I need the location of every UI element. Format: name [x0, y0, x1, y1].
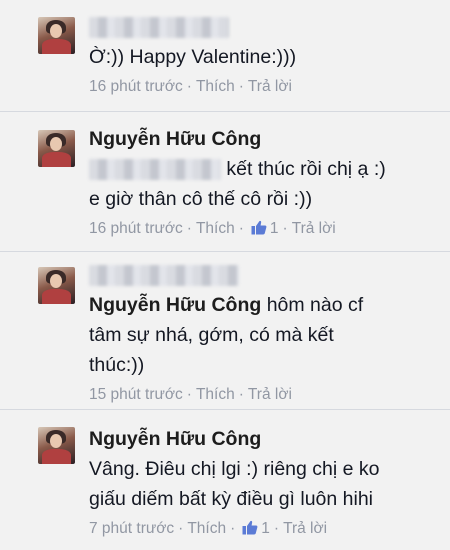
- comment-timestamp[interactable]: 15 phút trước: [89, 386, 183, 403]
- comment-body: Ờ:)) Happy Valentine:))) 16 phút trước · T…: [89, 12, 442, 99]
- comment-meta: 16 phút trước · Thích · 1 · Trả lời: [89, 220, 336, 237]
- comment-author[interactable]: Nguyễn Hữu Công: [89, 424, 442, 454]
- comment-author[interactable]: Nguyễn Hữu Công: [89, 124, 442, 154]
- reply-link[interactable]: Trả lời: [248, 78, 292, 95]
- like-link[interactable]: Thích: [196, 78, 235, 95]
- comment-author-redacted: [89, 260, 442, 290]
- comment-text-part: kết thúc rồi chị ạ :): [226, 158, 386, 180]
- like-count[interactable]: 1: [270, 220, 279, 237]
- comment-text: kết thúc rồi chị ạ :): [89, 154, 442, 184]
- comment-text-part: hôm nào cf: [266, 294, 364, 316]
- like-link[interactable]: Thích: [196, 220, 235, 237]
- comment-body: Nguyễn Hữu Công Vâng. Điêu chị lgi :) ri…: [89, 424, 442, 541]
- avatar[interactable]: [38, 17, 75, 54]
- like-link[interactable]: Thích: [187, 520, 226, 537]
- redacted-mention: [89, 159, 221, 181]
- redacted-name: [89, 265, 239, 287]
- comment-author-mention[interactable]: Nguyễn Hữu Công: [89, 294, 261, 316]
- redacted-name: [89, 17, 229, 39]
- avatar[interactable]: [38, 267, 75, 304]
- comment-meta: 16 phút trước · Thích · Trả lời: [89, 78, 292, 95]
- reply-link[interactable]: Trả lời: [292, 220, 336, 237]
- comment-timestamp[interactable]: 7 phút trước: [89, 520, 174, 537]
- like-link[interactable]: Thích: [196, 386, 235, 403]
- avatar[interactable]: [38, 130, 75, 167]
- comment-text: tâm sự nhá, gớm, có mà kết: [89, 324, 334, 346]
- comment-body: Nguyễn Hữu Công hôm nào cf tâm sự nhá, g…: [89, 260, 442, 407]
- comment-timestamp[interactable]: 16 phút trước: [89, 78, 183, 95]
- comment-text: Nguyễn Hữu Công hôm nào cf: [89, 290, 442, 320]
- thumbs-up-icon: [242, 520, 258, 535]
- comment-text: giấu diếm bất kỳ điều gì luôn hihi: [89, 488, 374, 510]
- reply-link[interactable]: Trả lời: [248, 386, 292, 403]
- comment-text: e giờ thân cô thế cô rồi :)): [89, 188, 313, 210]
- comment-timestamp[interactable]: 16 phút trước: [89, 220, 183, 237]
- reply-link[interactable]: Trả lời: [283, 520, 327, 537]
- comment-body: Nguyễn Hữu Công kết thúc rồi chị ạ :) e …: [89, 124, 442, 241]
- comment-text: Ờ:)) Happy Valentine:))): [89, 46, 297, 68]
- comment-text: thúc:)): [89, 354, 145, 376]
- comment-meta: 7 phút trước · Thích · 1 · Trả lời: [89, 520, 328, 537]
- avatar[interactable]: [38, 427, 75, 464]
- comment-author-redacted: [89, 12, 442, 42]
- thumbs-up-icon: [251, 220, 267, 235]
- comment-meta: 15 phút trước · Thích · Trả lời: [89, 386, 292, 403]
- comment-text: Vâng. Điêu chị lgi :) riêng chị e ko: [89, 458, 380, 480]
- comment-thread: Ờ:)) Happy Valentine:))) 16 phút trước · T…: [0, 0, 450, 550]
- like-count[interactable]: 1: [261, 520, 270, 537]
